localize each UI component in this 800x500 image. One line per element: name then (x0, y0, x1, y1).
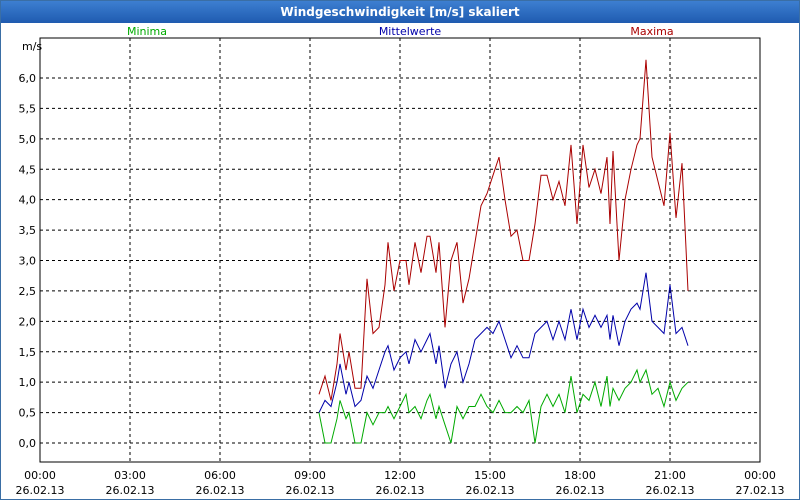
x-tick-time: 06:00 (204, 469, 236, 482)
x-tick-time: 18:00 (564, 469, 596, 482)
x-tick-time: 12:00 (384, 469, 416, 482)
series-line-minima (318, 368, 689, 444)
x-tick-time: 00:00 (24, 469, 56, 482)
x-tick-date: 26.02.13 (106, 484, 155, 497)
wind-speed-chart: 0,0 0,5 1,0 1,5 2,0 2,5 3,0 3,5 4,0 4,5 5,0 5,5 6,0 0… (16, 25, 785, 497)
series-line-mittelwerte (318, 272, 689, 413)
y-tick-label: 5,0 (19, 133, 37, 146)
y-tick-label: 6,0 (19, 72, 37, 85)
y-axis-label: m/s (22, 40, 42, 53)
x-tick-date: 26.02.13 (646, 484, 695, 497)
x-tick-time: 21:00 (654, 469, 686, 482)
x-tick-time: 09:00 (294, 469, 326, 482)
legend-mittelwerte: Mittelwerte (379, 25, 442, 38)
x-tick-date: 26.02.13 (466, 484, 515, 497)
x-tick-date: 26.02.13 (196, 484, 245, 497)
y-tick-label: 2,5 (19, 285, 37, 298)
x-tick-date: 27.02.13 (736, 484, 785, 497)
x-tick-date: 26.02.13 (376, 484, 425, 497)
legend-maxima: Maxima (630, 25, 673, 38)
x-tick-time: 00:00 (744, 469, 776, 482)
x-tick-date: 26.02.13 (286, 484, 335, 497)
y-tick-label: 1,5 (19, 346, 37, 359)
y-tick-label: 2,0 (19, 315, 37, 328)
y-tick-label: 3,5 (19, 224, 37, 237)
grid (40, 38, 760, 462)
series (318, 59, 689, 444)
x-tick-time: 15:00 (474, 469, 506, 482)
y-tick-label: 0,5 (19, 407, 37, 420)
y-tick-label: 1,0 (19, 376, 37, 389)
y-tick-label: 5,5 (19, 102, 37, 115)
x-tick-time: 03:00 (114, 469, 146, 482)
y-tick-label: 4,5 (19, 163, 37, 176)
y-tick-label: 0,0 (19, 437, 37, 450)
legend-minima: Minima (127, 25, 167, 38)
x-tick-date: 26.02.13 (556, 484, 605, 497)
x-tick-date: 26.02.13 (16, 484, 65, 497)
y-tick-label: 4,0 (19, 194, 37, 207)
y-tick-label: 3,0 (19, 255, 37, 268)
legend: Minima Mittelwerte Maxima (127, 25, 674, 38)
